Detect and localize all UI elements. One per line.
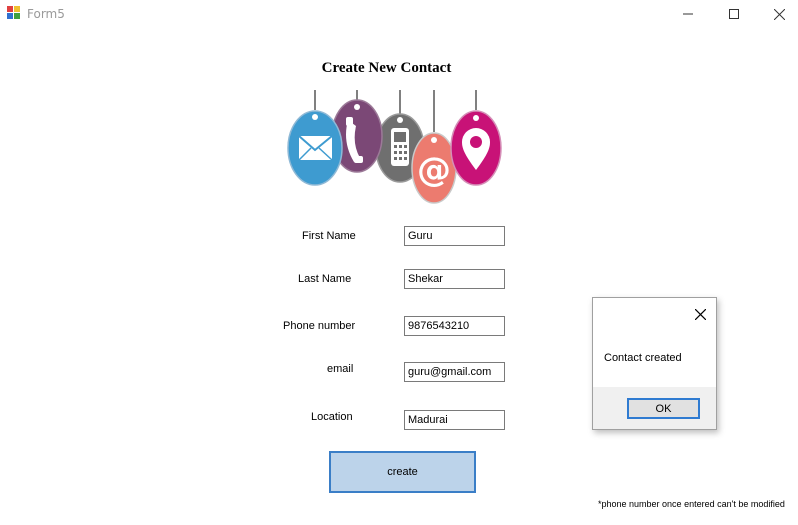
last-name-input[interactable]	[404, 269, 505, 289]
form-heading: Create New Contact	[321, 60, 452, 76]
first-name-label: First Name	[302, 230, 356, 242]
minimize-button[interactable]	[665, 0, 711, 28]
contact-tags-image: @	[284, 88, 508, 206]
app-icon	[7, 6, 21, 20]
close-button[interactable]	[756, 0, 798, 28]
window-title: Form5	[27, 7, 65, 21]
dialog-message: Contact created	[604, 352, 682, 364]
phone-number-input[interactable]	[404, 316, 505, 336]
message-dialog: Contact created OK	[592, 297, 717, 430]
last-name-label: Last Name	[298, 273, 352, 285]
close-icon	[694, 308, 706, 320]
location-label: Location	[311, 411, 353, 423]
phone-footnote: *phone number once entered can't be modi…	[598, 499, 785, 509]
mail-icon	[287, 110, 343, 186]
email-label: email	[327, 363, 354, 375]
title-bar: Form5	[0, 0, 798, 30]
phone-number-label: Phone number	[283, 320, 356, 332]
at-sign-icon: @	[411, 132, 457, 204]
dialog-close-button[interactable]	[690, 304, 710, 324]
location-pin-icon	[450, 110, 502, 186]
location-input[interactable]	[404, 410, 505, 430]
ok-button[interactable]: OK	[627, 398, 700, 419]
svg-text:@: @	[417, 150, 451, 190]
maximize-button[interactable]	[711, 0, 757, 28]
first-name-input[interactable]	[404, 226, 505, 246]
email-input[interactable]	[404, 362, 505, 382]
create-button[interactable]: create	[329, 451, 476, 493]
dialog-footer: OK	[593, 387, 716, 429]
